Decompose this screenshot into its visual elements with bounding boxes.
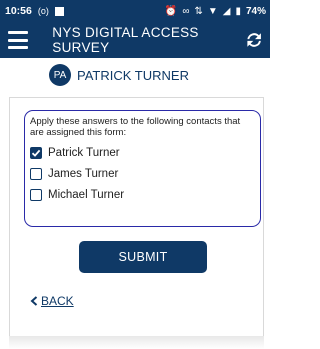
hamburger-menu-icon[interactable]	[8, 31, 29, 49]
submit-button[interactable]: SUBMIT	[79, 241, 207, 273]
data-icon: ⇅	[194, 5, 203, 17]
user-name: PATRICK TURNER	[77, 67, 189, 83]
back-label[interactable]: BACK	[41, 294, 74, 308]
checkbox-unchecked[interactable]	[30, 189, 42, 201]
status-bar: 10:56 (o) ⏰ ∞ ⇅ ▼ ◢ ▮ 74%	[0, 0, 270, 22]
app-title: NYS DIGITAL ACCESS SURVEY	[52, 25, 199, 55]
battery-icon: ▮	[235, 5, 241, 17]
notification-square-icon	[54, 6, 64, 16]
instructions-text: Apply these answers to the following con…	[30, 116, 241, 138]
contact-row[interactable]: James Turner	[30, 168, 253, 180]
contact-label: James Turner	[48, 168, 119, 180]
app-bar: NYS DIGITAL ACCESS SURVEY	[0, 22, 270, 58]
back-link[interactable]: BACK	[30, 294, 74, 308]
panel-bottom-edge	[9, 336, 264, 349]
cell-signal-icon: ◢	[222, 5, 231, 17]
wifi-icon: ▼	[207, 5, 218, 17]
alarm-icon: ⏰	[164, 5, 178, 17]
contacts-card: Apply these answers to the following con…	[24, 110, 261, 227]
user-header: PA PATRICK TURNER	[0, 58, 270, 92]
contact-label: Patrick Turner	[48, 147, 120, 159]
checkbox-unchecked[interactable]	[30, 168, 42, 180]
status-time: 10:56	[5, 5, 32, 17]
contact-row[interactable]: Michael Turner	[30, 189, 253, 201]
battery-percent: 74%	[245, 5, 266, 17]
contact-row[interactable]: Patrick Turner	[30, 147, 253, 159]
chevron-left-icon	[30, 296, 38, 306]
contact-label: Michael Turner	[48, 189, 125, 201]
checkbox-checked[interactable]	[30, 147, 42, 159]
link-icon: ∞	[182, 5, 190, 17]
checkmark-icon	[31, 149, 41, 157]
status-signal-text: (o)	[37, 6, 49, 16]
refresh-icon[interactable]	[244, 29, 264, 51]
status-right-group: ⏰ ∞ ⇅ ▼ ◢ ▮ 74%	[165, 6, 266, 17]
avatar: PA	[49, 64, 71, 86]
